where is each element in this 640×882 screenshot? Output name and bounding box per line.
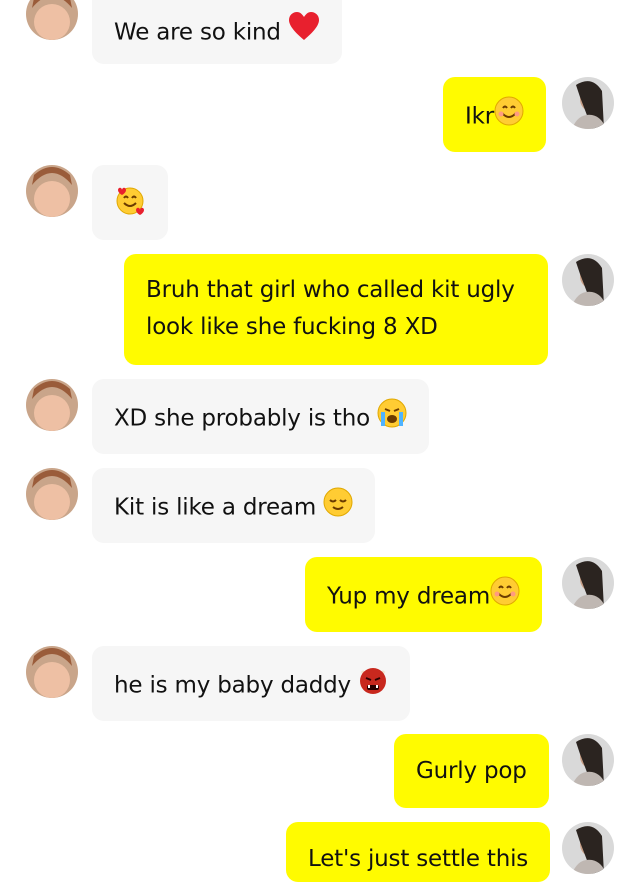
smiling-face-with-hearts-icon (114, 184, 146, 228)
message-text: Kit is like a dream (114, 494, 317, 521)
message-bubble-outgoing[interactable]: Gurly pop (394, 734, 549, 808)
message-text: Bruh that girl who called kit ugly look … (146, 277, 515, 340)
message-text: We are so kind (114, 19, 281, 46)
message-bubble-outgoing[interactable]: Let's just settle this (286, 822, 551, 882)
message-bubble-incoming[interactable]: XD she probably is tho (92, 379, 430, 454)
message-bubble-incoming[interactable] (92, 165, 168, 240)
red-heart-icon (288, 12, 320, 54)
message-bubble-outgoing[interactable]: Yup my dream (305, 557, 543, 632)
message-text: he is my baby daddy (114, 672, 351, 699)
friend-avatar[interactable] (26, 646, 78, 698)
friend-avatar[interactable] (26, 165, 78, 217)
message-bubble-outgoing[interactable]: Bruh that girl who called kit ugly look … (124, 254, 548, 365)
friend-avatar[interactable] (26, 379, 78, 431)
smiling-face-icon (490, 576, 520, 618)
friend-avatar[interactable] (26, 468, 78, 520)
message-text: Yup my dream (327, 583, 491, 610)
my-avatar[interactable] (562, 254, 614, 306)
message-text: Gurly pop (416, 758, 527, 784)
message-bubble-incoming[interactable]: he is my baby daddy (92, 646, 411, 721)
message-text: XD she probably is tho (114, 405, 370, 432)
my-avatar[interactable] (562, 557, 614, 609)
relieved-face-icon (323, 487, 353, 529)
ogre-face-icon (358, 665, 388, 707)
my-avatar[interactable] (562, 822, 614, 874)
friend-avatar[interactable] (26, 0, 78, 40)
my-avatar[interactable] (562, 77, 614, 129)
message-bubble-incoming[interactable]: We are so kind (92, 0, 342, 64)
message-text: Ikr (465, 103, 494, 130)
message-text: Let's just settle this (308, 846, 529, 872)
message-bubble-incoming[interactable]: Kit is like a dream (92, 468, 376, 543)
message-bubble-outgoing[interactable]: Ikr (443, 77, 546, 152)
my-avatar[interactable] (562, 734, 614, 786)
crying-face-icon (377, 398, 407, 440)
smiling-face-icon (494, 96, 524, 138)
